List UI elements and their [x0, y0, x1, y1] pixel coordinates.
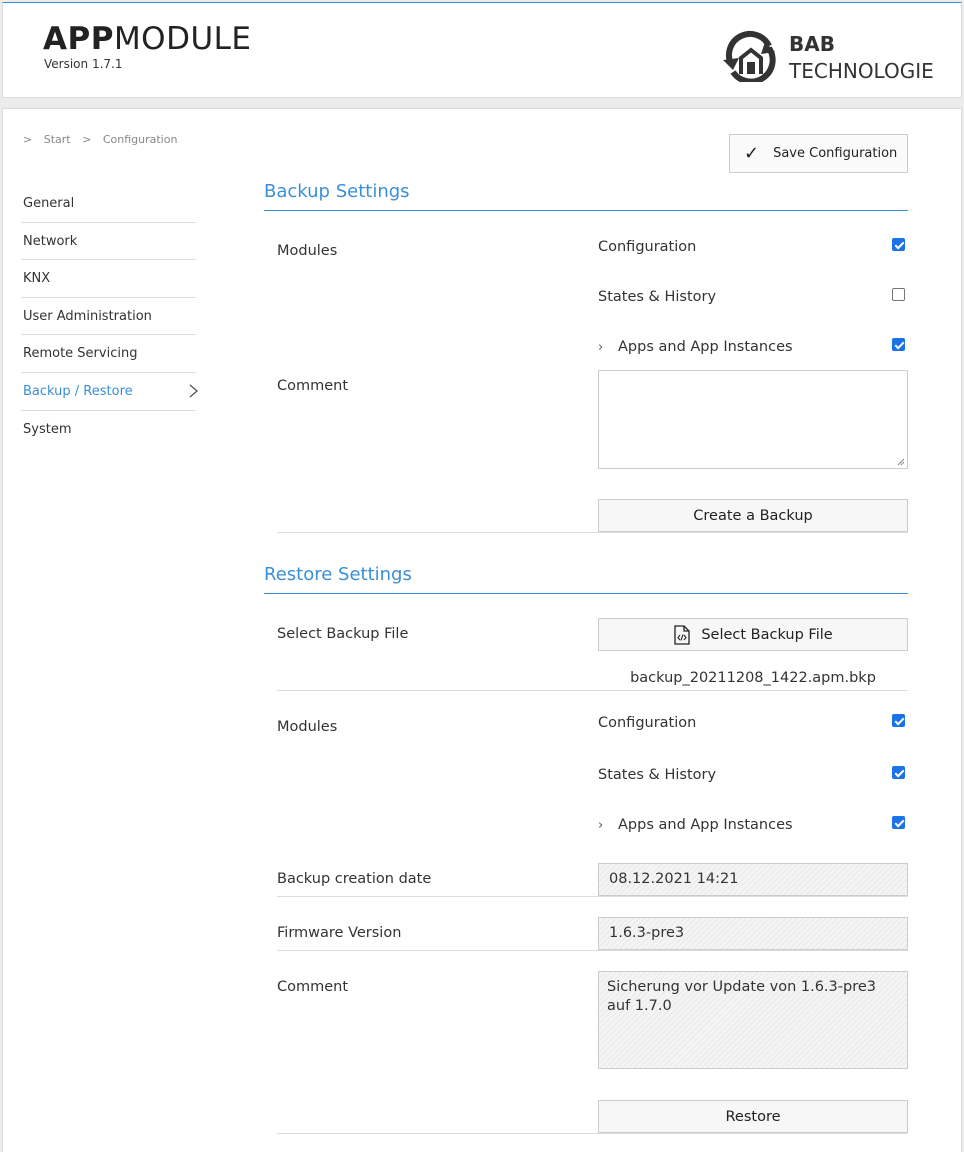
- select-backup-file-button[interactable]: Select Backup File: [598, 618, 908, 651]
- breadcrumb: > Start > Configuration: [23, 133, 185, 146]
- firmware-version-field: 1.6.3-pre3: [598, 917, 908, 950]
- app-title: APPMODULE: [43, 21, 252, 57]
- main-panel: > Start > Configuration General Network …: [2, 108, 962, 1152]
- sidebar-item-label: System: [23, 421, 72, 437]
- divider: [277, 1133, 908, 1134]
- restore-comment-label: Comment: [277, 979, 349, 995]
- chevron-right-icon: [189, 384, 198, 398]
- backup-comment-label: Comment: [277, 378, 349, 394]
- save-configuration-label: Save Configuration: [773, 146, 898, 161]
- sidebar-item-remote-servicing[interactable]: Remote Servicing: [21, 335, 196, 373]
- chevron-right-icon: ›: [598, 340, 604, 355]
- app-title-light: MODULE: [113, 21, 252, 57]
- sidebar-item-label: Backup / Restore: [23, 383, 133, 399]
- breadcrumb-configuration[interactable]: Configuration: [103, 133, 178, 146]
- restore-option-states-history-label: States & History: [598, 767, 717, 783]
- sidebar-item-label: User Administration: [23, 308, 152, 324]
- restore-option-configuration-label: Configuration: [598, 715, 697, 731]
- restore-option-apps-checkbox[interactable]: [892, 816, 905, 829]
- house-refresh-icon: [723, 31, 776, 82]
- backup-creation-date-field: 08.12.2021 14:21: [598, 863, 908, 896]
- sidebar-item-label: Network: [23, 233, 78, 249]
- app-header: APPMODULE Version 1.7.1 BAB TECHNOLOGIE: [2, 2, 962, 98]
- breadcrumb-start[interactable]: Start: [44, 133, 71, 146]
- firmware-version-label: Firmware Version: [277, 925, 402, 941]
- sidebar-item-system[interactable]: System: [21, 411, 196, 449]
- sidebar-item-network[interactable]: Network: [21, 223, 196, 261]
- app-version: Version 1.7.1: [44, 57, 123, 71]
- backup-settings-title: Backup Settings: [264, 181, 908, 211]
- restore-option-apps-label: Apps and App Instances: [618, 817, 793, 833]
- backup-option-configuration-checkbox[interactable]: [892, 238, 905, 251]
- resize-grip-icon[interactable]: [897, 458, 905, 466]
- sidebar-item-knx[interactable]: KNX: [21, 260, 196, 298]
- divider: [277, 690, 908, 691]
- restore-option-configuration-checkbox[interactable]: [892, 714, 905, 727]
- restore-settings-title: Restore Settings: [264, 564, 908, 594]
- sidebar-item-label: Remote Servicing: [23, 346, 138, 362]
- backup-option-configuration-label: Configuration: [598, 239, 697, 255]
- backup-option-apps-checkbox[interactable]: [892, 338, 905, 351]
- sidebar-item-general[interactable]: General: [21, 185, 196, 223]
- divider: [277, 950, 908, 951]
- sidebar-item-label: General: [23, 196, 75, 211]
- sidebar-item-user-administration[interactable]: User Administration: [21, 298, 196, 336]
- restore-option-states-history-checkbox[interactable]: [892, 766, 905, 779]
- divider: [277, 896, 908, 897]
- restore-comment-value: Sicherung vor Update von 1.6.3-pre3 auf …: [607, 979, 876, 1014]
- backup-creation-date-label: Backup creation date: [277, 871, 432, 887]
- sidebar-nav: General Network KNX User Administration …: [21, 185, 198, 449]
- chevron-right-icon: ›: [598, 818, 604, 833]
- backup-comment-field[interactable]: [598, 370, 908, 469]
- sidebar-item-backup-restore[interactable]: Backup / Restore: [21, 373, 198, 411]
- select-backup-file-button-label: Select Backup File: [701, 626, 833, 643]
- restore-button-label: Restore: [725, 1108, 781, 1125]
- brand-logo: BAB TECHNOLOGIE: [719, 28, 939, 84]
- brand-name-line2: TECHNOLOGIE: [789, 59, 934, 83]
- backup-option-apps-label: Apps and App Instances: [618, 339, 793, 355]
- app-title-bold: APP: [43, 21, 114, 57]
- divider: [277, 532, 908, 533]
- code-file-icon: [674, 624, 690, 645]
- create-backup-button[interactable]: Create a Backup: [598, 499, 908, 532]
- save-configuration-button[interactable]: ✓ Save Configuration: [729, 134, 908, 173]
- breadcrumb-separator: >: [82, 133, 92, 146]
- restore-comment-field: Sicherung vor Update von 1.6.3-pre3 auf …: [598, 971, 908, 1069]
- select-backup-file-label: Select Backup File: [277, 626, 409, 642]
- brand-name-line1: BAB: [789, 32, 835, 56]
- sidebar-item-label: KNX: [23, 271, 51, 287]
- checkmark-icon: ✓: [744, 143, 760, 164]
- create-backup-label: Create a Backup: [693, 507, 813, 524]
- backup-option-states-history-label: States & History: [598, 289, 717, 305]
- restore-button[interactable]: Restore: [598, 1100, 908, 1133]
- selected-file-name: backup_20211208_1422.apm.bkp: [630, 670, 876, 686]
- restore-option-apps-row[interactable]: › Apps and App Instances: [598, 817, 793, 833]
- backup-option-apps-row[interactable]: › Apps and App Instances: [598, 339, 793, 355]
- backup-option-states-history-checkbox[interactable]: [892, 288, 905, 301]
- restore-modules-label: Modules: [277, 719, 338, 735]
- backup-modules-label: Modules: [277, 243, 338, 259]
- breadcrumb-separator: >: [23, 133, 33, 146]
